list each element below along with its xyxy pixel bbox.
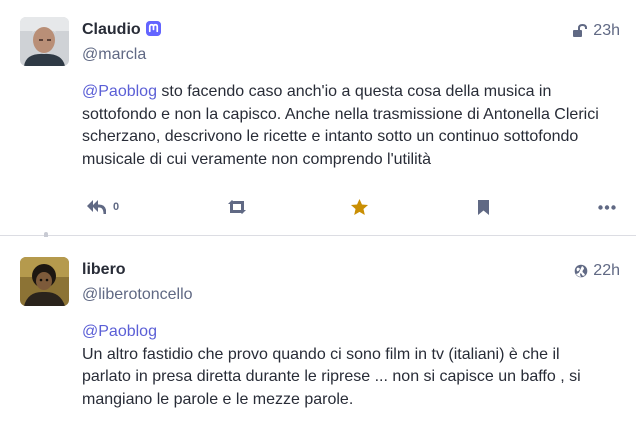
- status-meta[interactable]: 23h: [572, 22, 620, 40]
- mastodon-icon: [145, 21, 161, 36]
- star-icon: [350, 198, 369, 216]
- status-text: Un altro fastidio che provo quando ci so…: [82, 345, 581, 408]
- ellipsis-icon: [598, 204, 616, 210]
- display-name[interactable]: libero: [82, 261, 126, 279]
- bookmark-icon: [478, 199, 489, 215]
- avatar-photo: [20, 17, 69, 66]
- favourite-button[interactable]: [350, 193, 369, 221]
- relative-time[interactable]: 23h: [593, 22, 620, 40]
- status-content: @Paoblog sto facendo caso anch'io a ques…: [82, 81, 602, 171]
- more-button[interactable]: [598, 193, 616, 221]
- display-name[interactable]: Claudio: [82, 21, 161, 39]
- reply-all-icon: [87, 199, 106, 214]
- avatar[interactable]: [20, 257, 69, 306]
- account-handle: @liberotoncello: [82, 286, 193, 303]
- reply-count: 0: [113, 201, 120, 213]
- unlisted-lock-icon: [573, 24, 588, 37]
- display-name-text: Claudio: [82, 21, 141, 38]
- globe-icon: [574, 264, 588, 278]
- bookmark-button[interactable]: [477, 193, 490, 221]
- mention-link[interactable]: @Paoblog: [82, 83, 157, 100]
- action-bar: 0: [82, 193, 622, 221]
- boost-icon: [228, 200, 246, 214]
- reply-button[interactable]: 0: [86, 193, 119, 221]
- status-text: sto facendo caso anch'io a questa cosa d…: [82, 83, 599, 168]
- account-handle: @marcla: [82, 46, 147, 63]
- mention-link[interactable]: @Paoblog: [82, 321, 602, 344]
- status-card[interactable]: libero @liberotoncello 22h @Paoblog Un al…: [0, 237, 636, 428]
- avatar-photo: [20, 257, 69, 306]
- status-content: @Paoblog Un altro fastidio che provo quan…: [82, 321, 602, 411]
- boost-button[interactable]: [226, 193, 248, 221]
- avatar[interactable]: [20, 17, 69, 66]
- relative-time[interactable]: 22h: [593, 262, 620, 280]
- status-meta[interactable]: 22h: [574, 262, 620, 280]
- status-card[interactable]: Claudio @marcla 23h @Paoblog sto facendo…: [0, 0, 636, 236]
